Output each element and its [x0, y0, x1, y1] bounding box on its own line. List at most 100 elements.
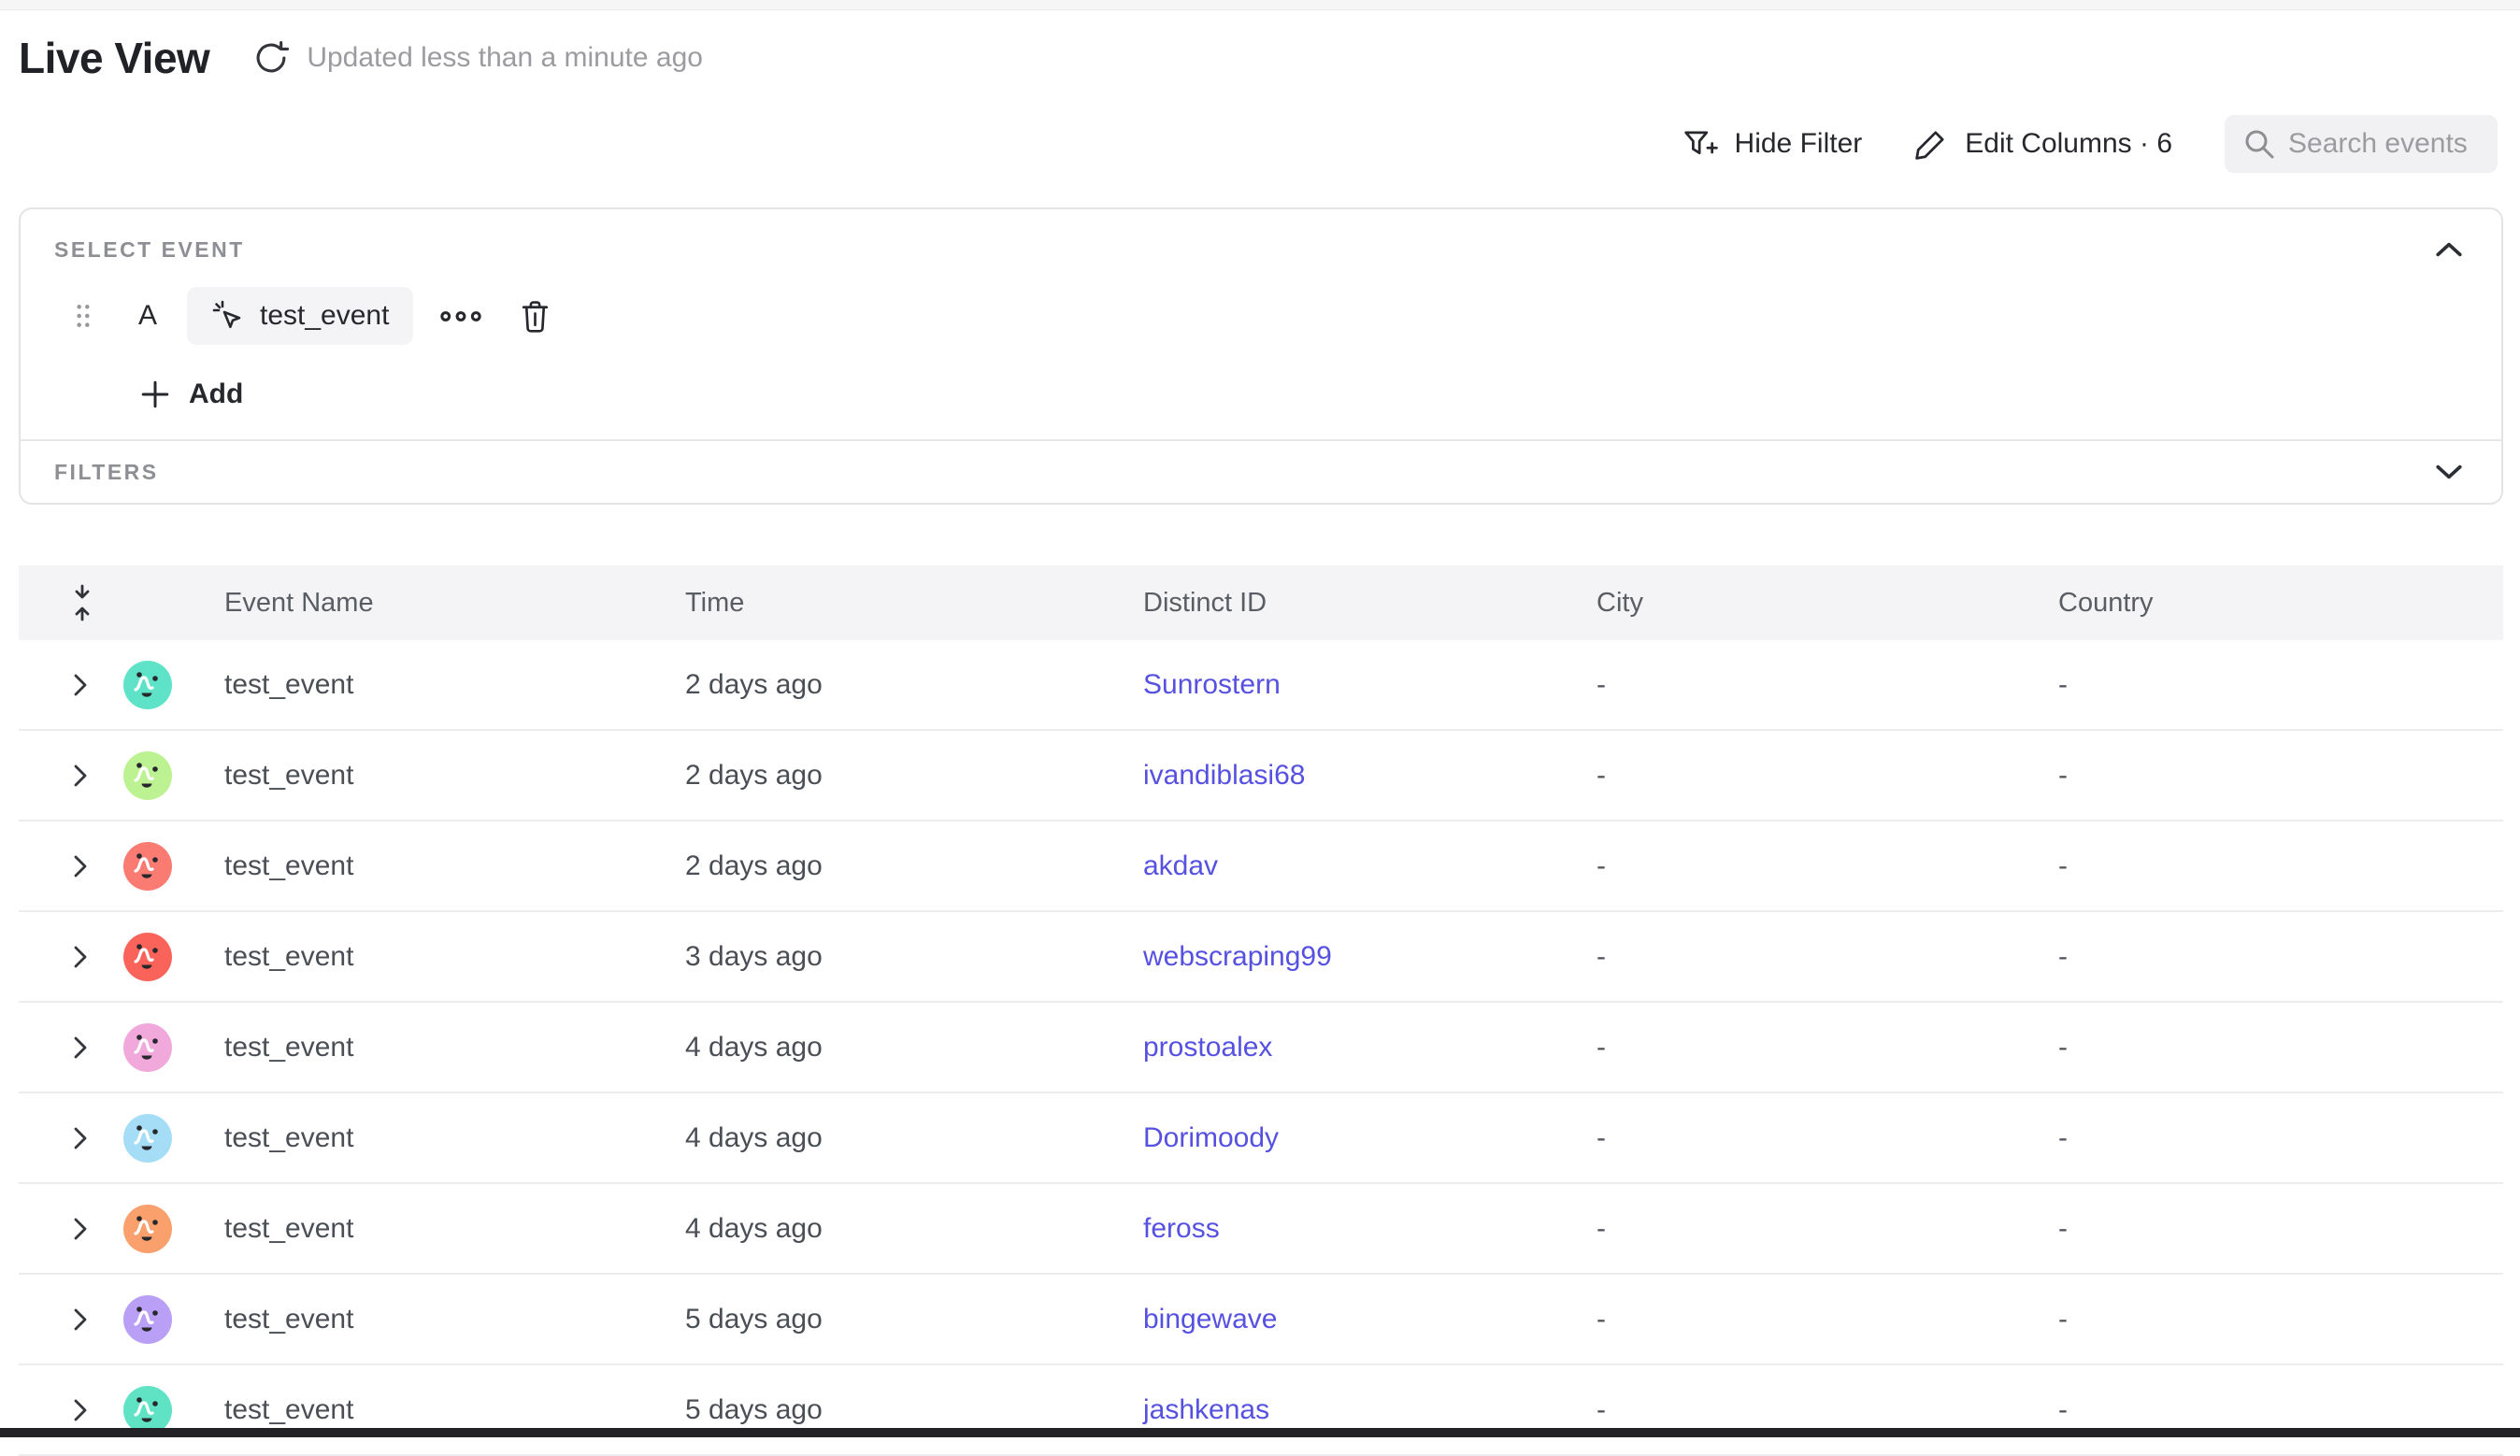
- city-cell: -: [1573, 760, 2035, 792]
- collapse-rows-icon: [70, 583, 94, 622]
- chevron-down-icon: [2435, 464, 2463, 480]
- table-row[interactable]: test_event 5 days ago bingewave - -: [19, 1275, 2503, 1365]
- row-expand-chevron-icon[interactable]: [73, 1307, 88, 1332]
- table-row[interactable]: test_event 4 days ago feross - -: [19, 1184, 2503, 1275]
- city-cell: -: [1573, 1032, 2035, 1063]
- city-cell: -: [1573, 941, 2035, 973]
- refresh-button[interactable]: [251, 37, 292, 79]
- event-name-cell: test_event: [201, 941, 662, 973]
- table-row[interactable]: test_event 5 days ago jashkenas - -: [19, 1365, 2503, 1456]
- avatar: [123, 842, 172, 891]
- edit-columns-button[interactable]: Edit Columns · 6: [1914, 127, 2172, 161]
- edit-columns-label: Edit Columns · 6: [1965, 128, 2172, 160]
- time-cell: 4 days ago: [662, 1032, 1120, 1063]
- avatar: [123, 1386, 172, 1435]
- row-expand-chevron-icon[interactable]: [73, 1035, 88, 1060]
- time-cell: 5 days ago: [662, 1304, 1120, 1335]
- time-cell: 4 days ago: [662, 1122, 1120, 1154]
- row-expand-chevron-icon[interactable]: [73, 764, 88, 788]
- country-cell: -: [2035, 1122, 2503, 1154]
- table-row[interactable]: test_event 4 days ago Dorimoody - -: [19, 1093, 2503, 1184]
- funnel-plus-icon: [1682, 128, 1718, 160]
- event-name-cell: test_event: [201, 1213, 662, 1245]
- distinct-id-link[interactable]: Sunrostern: [1143, 669, 1281, 700]
- distinct-id-link[interactable]: jashkenas: [1143, 1394, 1269, 1425]
- query-builder-panel: SELECT EVENT A: [19, 207, 2503, 505]
- hide-filter-button[interactable]: Hide Filter: [1682, 128, 1863, 160]
- delete-event-button[interactable]: [520, 299, 551, 334]
- city-cell: -: [1573, 850, 2035, 882]
- distinct-id-link[interactable]: prostoalex: [1143, 1032, 1272, 1063]
- cursor-click-icon: [211, 299, 245, 333]
- avatar: [123, 933, 172, 981]
- column-header-time: Time: [662, 588, 1120, 619]
- column-header-country: Country: [2035, 588, 2503, 619]
- column-header-event-name: Event Name: [201, 588, 662, 619]
- column-header-distinct-id: Distinct ID: [1120, 588, 1573, 619]
- table-row[interactable]: test_event 3 days ago webscraping99 - -: [19, 912, 2503, 1003]
- avatar: [123, 1295, 172, 1344]
- ellipsis-icon: [439, 310, 482, 322]
- filters-label: FILTERS: [54, 460, 159, 485]
- event-name-cell: test_event: [201, 1394, 662, 1426]
- row-expand-chevron-icon[interactable]: [73, 1398, 88, 1422]
- event-name-cell: test_event: [201, 669, 662, 701]
- event-name-cell: test_event: [201, 760, 662, 792]
- plus-icon: [140, 379, 170, 409]
- pencil-icon: [1914, 127, 1948, 161]
- distinct-id-link[interactable]: Dorimoody: [1143, 1122, 1279, 1153]
- selected-event-button[interactable]: test_event: [187, 287, 413, 345]
- column-header-city: City: [1573, 588, 2035, 619]
- table-row[interactable]: test_event 4 days ago prostoalex - -: [19, 1003, 2503, 1093]
- hide-filter-label: Hide Filter: [1735, 128, 1863, 160]
- more-options-button[interactable]: [439, 310, 482, 322]
- distinct-id-link[interactable]: feross: [1143, 1213, 1220, 1244]
- time-cell: 2 days ago: [662, 850, 1120, 882]
- country-cell: -: [2035, 1032, 2503, 1063]
- row-expand-chevron-icon[interactable]: [73, 854, 88, 878]
- search-box[interactable]: [2225, 115, 2498, 173]
- city-cell: -: [1573, 1122, 2035, 1154]
- time-cell: 2 days ago: [662, 760, 1120, 792]
- distinct-id-link[interactable]: bingewave: [1143, 1304, 1277, 1335]
- country-cell: -: [2035, 850, 2503, 882]
- select-event-label: SELECT EVENT: [54, 237, 245, 263]
- add-event-button[interactable]: Add: [140, 374, 243, 415]
- city-cell: -: [1573, 669, 2035, 701]
- page-header: Live View Updated less than a minute ago: [19, 13, 703, 103]
- country-cell: -: [2035, 760, 2503, 792]
- row-expand-chevron-icon[interactable]: [73, 673, 88, 697]
- table-row[interactable]: test_event 2 days ago Sunrostern - -: [19, 640, 2503, 731]
- collapse-rows-button[interactable]: [19, 583, 112, 622]
- city-cell: -: [1573, 1213, 2035, 1245]
- select-event-section: SELECT EVENT A: [21, 209, 2501, 439]
- updated-status: Updated less than a minute ago: [307, 42, 703, 74]
- collapse-section-button[interactable]: [2430, 236, 2468, 264]
- avatar: [123, 751, 172, 800]
- filters-section[interactable]: FILTERS: [21, 441, 2501, 503]
- distinct-id-link[interactable]: webscraping99: [1143, 941, 1332, 972]
- time-cell: 2 days ago: [662, 669, 1120, 701]
- event-row: A test_event: [75, 286, 551, 346]
- distinct-id-link[interactable]: ivandiblasi68: [1143, 760, 1305, 791]
- toolbar: Hide Filter Edit Columns · 6: [1682, 115, 2498, 173]
- table-header: Event Name Time Distinct ID City Country: [19, 565, 2503, 640]
- country-cell: -: [2035, 1394, 2503, 1426]
- row-expand-chevron-icon[interactable]: [73, 945, 88, 969]
- search-input[interactable]: [2288, 128, 2479, 160]
- chevron-up-icon: [2435, 241, 2463, 258]
- selected-event-label: test_event: [260, 300, 389, 332]
- country-cell: -: [2035, 1213, 2503, 1245]
- distinct-id-link[interactable]: akdav: [1143, 850, 1218, 881]
- add-label: Add: [189, 378, 243, 410]
- avatar: [123, 1205, 172, 1253]
- trash-icon: [520, 299, 551, 334]
- events-table: Event Name Time Distinct ID City Country…: [19, 565, 2503, 1456]
- expand-filters-button[interactable]: [2430, 458, 2468, 486]
- row-expand-chevron-icon[interactable]: [73, 1126, 88, 1150]
- table-row[interactable]: test_event 2 days ago akdav - -: [19, 821, 2503, 912]
- time-cell: 5 days ago: [662, 1394, 1120, 1426]
- table-row[interactable]: test_event 2 days ago ivandiblasi68 - -: [19, 731, 2503, 821]
- row-expand-chevron-icon[interactable]: [73, 1217, 88, 1241]
- drag-handle-icon[interactable]: [75, 303, 92, 329]
